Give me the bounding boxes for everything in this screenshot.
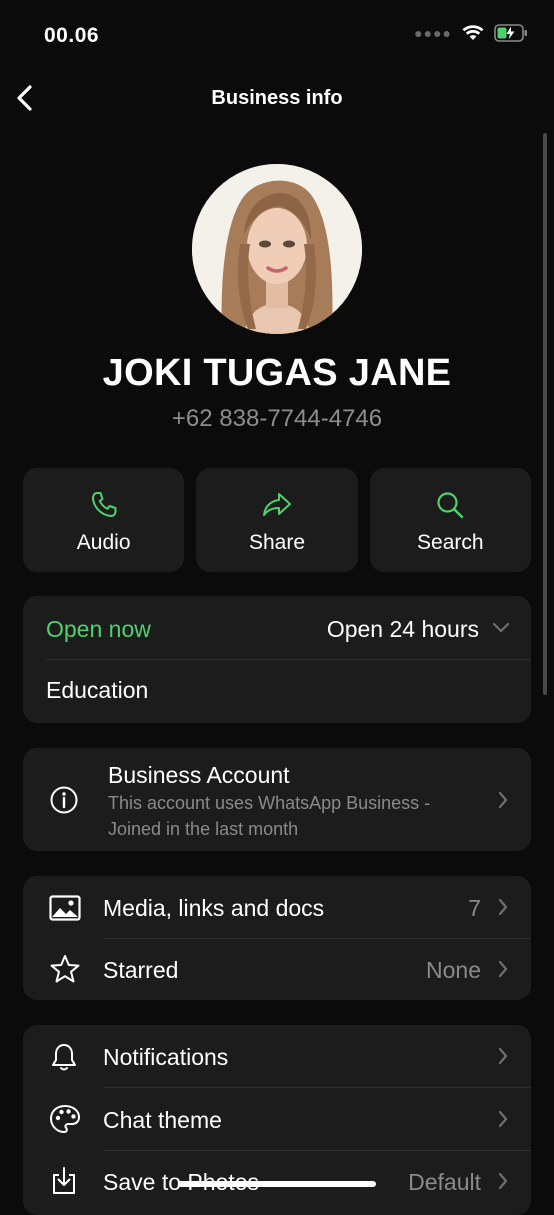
business-category: Education <box>46 677 149 703</box>
chevron-right-icon <box>498 898 508 916</box>
download-icon <box>53 1167 75 1194</box>
wifi-icon <box>462 25 484 40</box>
hours-row[interactable]: Open now Open 24 hours <box>23 596 531 659</box>
category-row: Education <box>23 660 531 723</box>
notifications-label: Notifications <box>103 1044 229 1070</box>
share-icon <box>262 493 291 516</box>
save-to-photos-value: Default <box>408 1169 481 1195</box>
media-links-docs-label: Media, links and docs <box>103 895 325 921</box>
action-buttons: Audio Share Search <box>23 468 531 572</box>
status-time: 00.06 <box>44 24 100 47</box>
starred-row[interactable]: Starred None <box>23 939 531 1000</box>
home-indicator[interactable] <box>178 1181 376 1187</box>
audio-label: Audio <box>76 531 131 554</box>
business-account-desc-line1: This account uses WhatsApp Business - <box>108 793 431 813</box>
battery-icon <box>494 24 527 42</box>
open-now-status: Open now <box>46 616 151 642</box>
search-icon <box>437 492 464 519</box>
share-label: Share <box>248 531 306 554</box>
status-bar: 00.06 ●●●● <box>0 0 554 70</box>
starred-label: Starred <box>103 957 179 983</box>
chevron-right-icon <box>498 1172 508 1190</box>
info-icon <box>50 786 78 814</box>
star-icon <box>50 955 80 983</box>
media-card: Media, links and docs 7 Starred None <box>23 876 531 1000</box>
starred-value: None <box>426 957 481 983</box>
nav-bar: Business info <box>0 76 554 122</box>
business-hours-card: Open now Open 24 hours Education <box>23 596 531 723</box>
bell-icon <box>52 1044 76 1071</box>
search-button[interactable]: Search <box>369 468 531 572</box>
audio-call-button[interactable]: Audio <box>23 468 185 572</box>
share-button[interactable]: Share <box>196 468 358 572</box>
chevron-right-icon <box>498 1110 508 1128</box>
notifications-row[interactable]: Notifications <box>23 1025 531 1087</box>
chat-theme-row[interactable]: Chat theme <box>23 1088 531 1150</box>
photo-icon <box>49 895 81 921</box>
signal-icon: ●●●● <box>414 25 452 41</box>
business-account-title: Business Account <box>108 762 290 788</box>
page-title: Business info <box>211 87 343 109</box>
phone-icon <box>91 492 117 517</box>
chat-theme-label: Chat theme <box>103 1107 222 1133</box>
avatar-portrait <box>192 164 362 334</box>
palette-icon <box>50 1105 80 1133</box>
chevron-right-icon <box>498 960 508 978</box>
chevron-down-icon <box>492 622 510 633</box>
search-label: Search <box>417 531 484 554</box>
contact-name: JOKI TUGAS JANE <box>102 352 452 394</box>
media-count: 7 <box>468 895 481 921</box>
chevron-right-icon <box>498 1047 508 1065</box>
business-account-desc-line2: Joined in the last month <box>108 819 299 839</box>
avatar[interactable] <box>192 164 362 334</box>
contact-phone[interactable]: +62 838-7744-4746 <box>0 405 554 433</box>
status-icons: ●●●● <box>414 24 528 42</box>
chevron-right-icon <box>498 791 508 809</box>
business-account-card[interactable]: Business Account This account uses Whats… <box>23 748 531 851</box>
media-links-docs-row[interactable]: Media, links and docs 7 <box>23 876 531 938</box>
hours-schedule: Open 24 hours <box>326 616 479 642</box>
